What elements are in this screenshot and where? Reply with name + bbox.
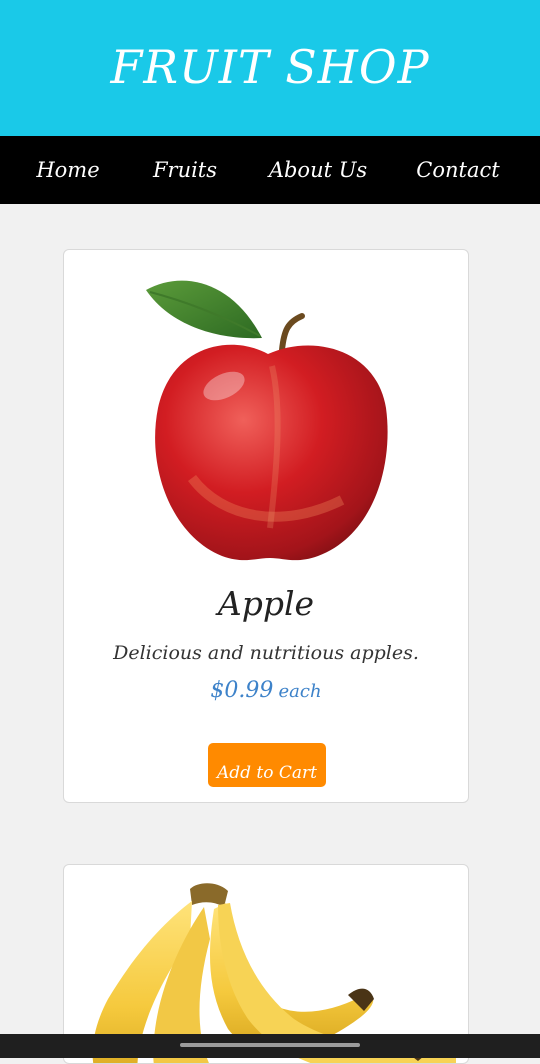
product-description: Delicious and nutritious apples. — [113, 642, 419, 664]
price-value: $0.99 — [210, 678, 274, 703]
site-title: FRUIT SHOP — [110, 40, 430, 94]
product-price: $0.99 each — [64, 678, 468, 703]
site-header: FRUIT SHOP — [0, 0, 540, 136]
add-to-cart-button[interactable]: Add to Cart — [208, 743, 326, 787]
main-navigation: Home Fruits About Us Contact — [0, 136, 540, 204]
nav-item-home[interactable]: Home — [36, 136, 99, 204]
nav-item-fruits[interactable]: Fruits — [153, 136, 217, 204]
nav-item-contact[interactable]: Contact — [416, 136, 499, 204]
product-card-apple: Apple Delicious and nutritious apples. $… — [63, 249, 469, 803]
system-navigation-bar — [0, 1034, 540, 1058]
apple-image — [132, 268, 404, 566]
nav-item-about-us[interactable]: About Us — [269, 136, 367, 204]
home-indicator[interactable] — [180, 1043, 360, 1047]
price-unit: each — [278, 681, 322, 702]
product-name: Apple — [217, 584, 315, 623]
